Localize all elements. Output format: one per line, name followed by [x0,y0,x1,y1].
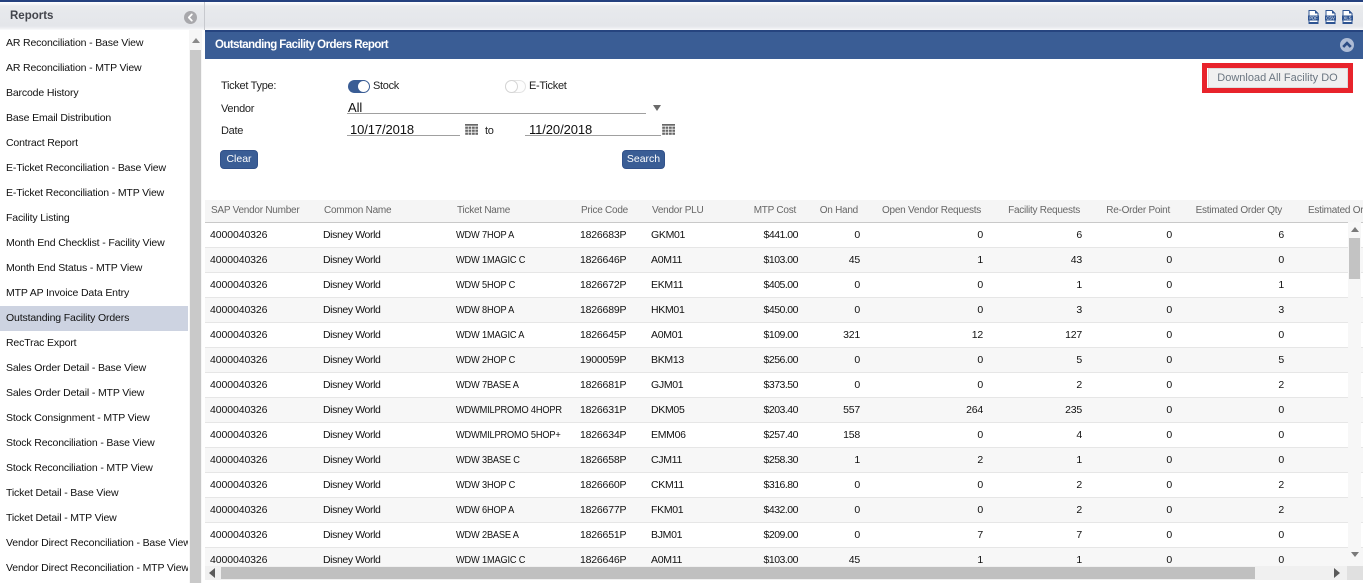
svg-text:XLS: XLS [1344,16,1352,21]
svg-text:PDF: PDF [1309,16,1318,21]
svg-text:CSV: CSV [1326,16,1335,21]
